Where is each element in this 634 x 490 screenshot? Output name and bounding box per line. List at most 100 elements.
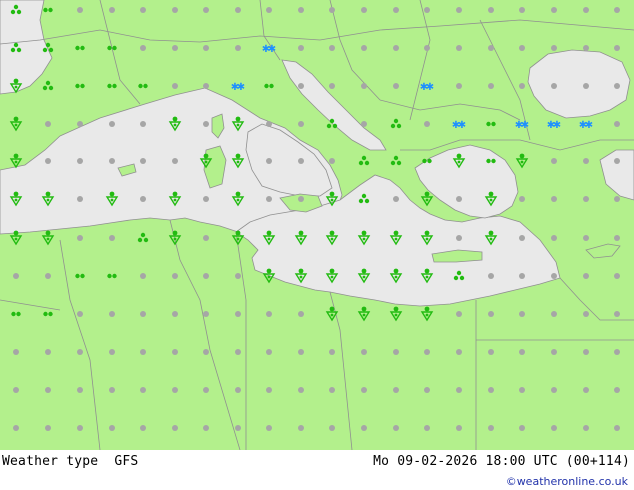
grey-dot-icon (361, 425, 367, 431)
blue-snowflake-icon: ✱✱ (579, 120, 593, 131)
grey-dot-icon (488, 349, 494, 355)
grey-dot-icon (266, 121, 272, 127)
grey-dot-icon (583, 387, 589, 393)
grey-dot-icon (456, 7, 462, 13)
grey-dot-icon (456, 349, 462, 355)
grey-dot-icon (583, 196, 589, 202)
grey-dot-icon (329, 425, 335, 431)
grey-dot-icon (456, 196, 462, 202)
grey-dot-icon (140, 7, 146, 13)
grey-dot-icon (266, 349, 272, 355)
grey-dot-icon (140, 273, 146, 279)
grey-dot-icon (361, 387, 367, 393)
grey-dot-icon (551, 311, 557, 317)
grey-dot-icon (140, 121, 146, 127)
grey-dot-icon (329, 45, 335, 51)
grey-dot-icon (45, 425, 51, 431)
grey-dot-icon (614, 273, 620, 279)
blue-snowflake-icon: ✱✱ (420, 82, 434, 93)
grey-dot-icon (456, 235, 462, 241)
grey-dot-icon (203, 7, 209, 13)
grey-dot-icon (203, 83, 209, 89)
grey-dot-icon (456, 83, 462, 89)
grey-dot-icon (583, 235, 589, 241)
grey-dot-icon (519, 83, 525, 89)
grey-dot-icon (109, 349, 115, 355)
grey-dot-icon (13, 273, 19, 279)
grey-dot-icon (77, 311, 83, 317)
grey-dot-icon (109, 311, 115, 317)
grey-dot-icon (583, 7, 589, 13)
svg-text:✱: ✱ (268, 44, 276, 55)
grey-dot-icon (583, 273, 589, 279)
grey-dot-icon (551, 273, 557, 279)
grey-dot-icon (13, 349, 19, 355)
grey-dot-icon (140, 196, 146, 202)
grey-dot-icon (298, 425, 304, 431)
grey-dot-icon (488, 425, 494, 431)
grey-dot-icon (361, 121, 367, 127)
grey-dot-icon (172, 273, 178, 279)
grey-dot-icon (298, 387, 304, 393)
grey-dot-icon (393, 349, 399, 355)
grey-dot-icon (13, 387, 19, 393)
grey-dot-icon (140, 158, 146, 164)
grey-dot-icon (109, 235, 115, 241)
grey-dot-icon (519, 273, 525, 279)
grey-dot-icon (298, 121, 304, 127)
grey-dot-icon (266, 158, 272, 164)
grey-dot-icon (266, 196, 272, 202)
grey-dot-icon (298, 7, 304, 13)
blue-snowflake-icon: ✱✱ (547, 120, 561, 131)
grey-dot-icon (583, 45, 589, 51)
grey-dot-icon (519, 196, 525, 202)
grey-dot-icon (614, 121, 620, 127)
grey-dot-icon (393, 196, 399, 202)
grey-dot-icon (551, 158, 557, 164)
forecast-time: Mo 09-02-2026 18:00 UTC (00+114) (373, 454, 630, 469)
grey-dot-icon (77, 387, 83, 393)
grey-dot-icon (172, 158, 178, 164)
grey-dot-icon (45, 121, 51, 127)
grey-dot-icon (551, 349, 557, 355)
grey-dot-icon (298, 83, 304, 89)
grey-dot-icon (614, 196, 620, 202)
svg-text:✱: ✱ (237, 82, 245, 93)
grey-dot-icon (77, 196, 83, 202)
svg-text:✱: ✱ (553, 120, 561, 131)
grey-dot-icon (140, 349, 146, 355)
grey-dot-icon (614, 387, 620, 393)
grey-dot-icon (614, 7, 620, 13)
grey-dot-icon (203, 311, 209, 317)
grey-dot-icon (172, 45, 178, 51)
grey-dot-icon (393, 425, 399, 431)
grey-dot-icon (329, 158, 335, 164)
svg-text:✱: ✱ (426, 82, 434, 93)
grey-dot-icon (266, 425, 272, 431)
grey-dot-icon (77, 158, 83, 164)
grey-dot-icon (172, 83, 178, 89)
weather-map: ✱ ✱ ✱ ✱ ✱ ✱ ✱ ✱ ✱ ✱ ✱ ✱ ✱ ✱ (0, 0, 634, 450)
grey-dot-icon (583, 83, 589, 89)
grey-dot-icon (13, 425, 19, 431)
grey-dot-icon (77, 425, 83, 431)
svg-text:✱: ✱ (585, 120, 593, 131)
grey-dot-icon (235, 425, 241, 431)
grey-dot-icon (614, 45, 620, 51)
grey-dot-icon (456, 311, 462, 317)
grey-dot-icon (203, 45, 209, 51)
credit-link[interactable]: ©weatheronline.co.uk (506, 475, 628, 488)
grey-dot-icon (519, 387, 525, 393)
grey-dot-icon (45, 349, 51, 355)
grey-dot-icon (551, 387, 557, 393)
grey-dot-icon (551, 83, 557, 89)
grey-dot-icon (203, 425, 209, 431)
grey-dot-icon (456, 425, 462, 431)
map-title: Weather type GFS (2, 454, 139, 469)
grey-dot-icon (203, 196, 209, 202)
grey-dot-icon (424, 349, 430, 355)
grey-dot-icon (393, 83, 399, 89)
grey-dot-icon (519, 7, 525, 13)
grey-dot-icon (393, 387, 399, 393)
grey-dot-icon (424, 387, 430, 393)
